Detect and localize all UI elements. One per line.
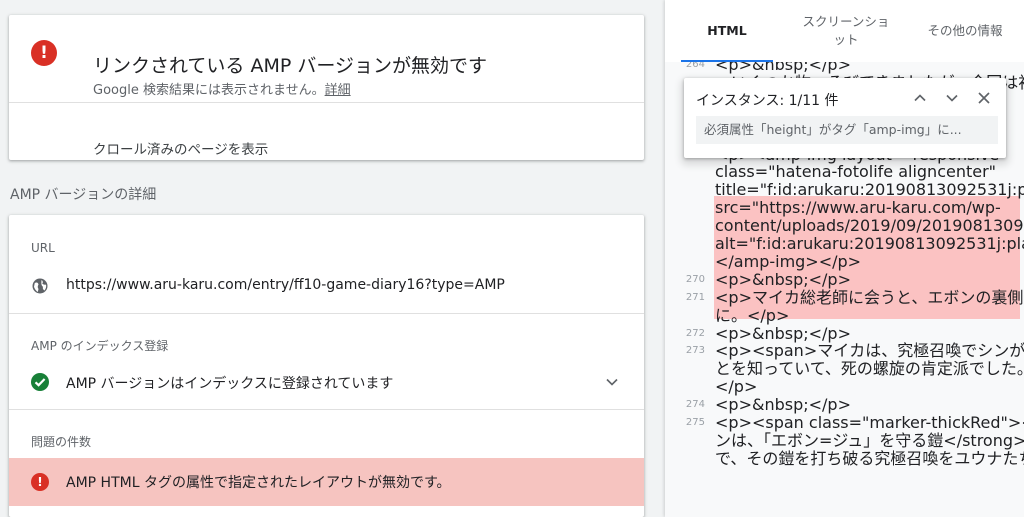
section-title: AMP バージョンの詳細 [10,187,157,203]
chevron-down-icon[interactable] [602,372,622,392]
code-line: content/uploads/2019/09/20190813092531.j… [665,217,1024,235]
code-line: 272 <p>&nbsp;</p> [665,323,1024,343]
code-text: src="https://www.aru-karu.com/wp- [715,198,1001,218]
close-icon[interactable] [974,88,994,108]
code-text: <p>&nbsp;</p> [715,395,851,415]
code-line: </p> [665,378,1024,396]
code-line: </amp-img></p> [665,251,1024,271]
index-status: AMP バージョンはインデックスに登録されています [66,376,394,392]
check-circle-icon [31,373,49,391]
code-text: ンは、「エボン=ジュ」を守る鎧</strong></span> [715,430,1024,450]
code-text: alt="f:id:arukaru:20190813092531j:plain"… [715,234,1024,253]
code-line: 274 <p>&nbsp;</p> [665,396,1024,414]
url-label: URL [31,241,55,255]
code-line: alt="f:id:arukaru:20190813092531j:plain"… [665,235,1024,253]
code-line: 275 <p><span class="marker-thickRed"><str… [665,414,1024,432]
issues-label: 問題の件数 [31,435,92,449]
tab-screenshot-label: スクリーンショット [802,14,890,47]
chevron-up-icon[interactable] [910,88,930,108]
line-number: 272 [685,327,705,339]
summary-card: ! リンクされている AMP バージョンが無効です Google 検索結果には表… [9,15,644,160]
issue-text: AMP HTML タグの属性で指定されたレイアウトが無効です。 [66,475,451,491]
divider [9,313,644,314]
tab-screenshot[interactable]: スクリーンショット [791,0,901,62]
code-text: </p> [715,377,758,397]
summary-title: リンクされている AMP バージョンが無効です [93,55,487,77]
line-number: 275 [685,417,705,428]
code-line: title="f:id:arukaru:20190813092531j:plai… [665,181,1024,199]
globe-icon [32,278,48,294]
error-icon: ! [31,40,57,66]
line-number: 274 [685,399,705,411]
code-text: に。</p> [715,305,790,325]
divider [9,409,644,410]
code-line: 271 <p>マイカ総老師に会うと、エボンの裏側の黒さが明らか [665,287,1024,307]
code-text: <p>&nbsp;</p> [715,269,851,289]
instance-count: インスタンス: 1/11 件 [696,93,839,109]
error-icon: ! [31,473,49,491]
code-text: で、その鎧を打ち破る究極召喚をユウナたちが消し去っ [715,448,1024,468]
divider [9,102,644,103]
code-text: <p><span>マイカは、究極召喚でシンが再び復活するこ [715,341,1024,361]
tab-bar: HTML スクリーンショット その他の情報 [665,0,1024,63]
code-line: に。</p> [665,305,1024,325]
code-text: <p>&nbsp;</p> [715,323,851,343]
line-number: 273 [685,345,705,357]
line-number: 271 [685,291,705,303]
summary-subtitle: Google 検索結果には表示されません。詳細 [93,79,351,98]
code-line: src="https://www.aru-karu.com/wp- [665,199,1024,217]
url-value: https://www.aru-karu.com/entry/ff10-game… [66,277,505,293]
view-crawled-page-button[interactable]: クロール済みのページを表示 [93,138,268,158]
code-text: <p>マイカ総老師に会うと、エボンの裏側の黒さが明らか [715,287,1024,307]
code-text: title="f:id:arukaru:20190813092531j:plai… [715,180,1024,200]
line-number: 270 [685,273,705,285]
code-line: ンは、「エボン=ジュ」を守る鎧</strong></span> [665,430,1024,450]
code-text: <p><span class="marker-thickRed"><strong… [715,413,1024,432]
issue-row[interactable]: ! AMP HTML タグの属性で指定されたレイアウトが無効です。 [9,458,644,506]
code-line: class="hatena-fotolife aligncenter" [665,163,1024,181]
code-text: とを知っていて、死の螺旋の肯定派でした。</span> [715,359,1024,379]
tab-more-info[interactable]: その他の情報 [915,0,1015,62]
code-text: content/uploads/2019/09/20190813092531.j… [715,216,1024,236]
code-text: class="hatena-fotolife aligncenter" [715,162,997,182]
summary-subtitle-text: Google 検索結果には表示されません。 [93,83,325,98]
code-text: </amp-img></p> [715,251,862,271]
code-line: 270 <p>&nbsp;</p> [665,269,1024,289]
instance-message: 必須属性「height」がタグ「amp-img」に... [696,116,998,144]
instance-popup: インスタンス: 1/11 件 必須属性「height」がタグ「amp-img」に… [684,78,1006,158]
code-line: 273 <p><span>マイカは、究極召喚でシンが再び復活するこ [665,342,1024,360]
details-card: URL https://www.aru-karu.com/entry/ff10-… [9,215,644,517]
details-link[interactable]: 詳細 [325,83,351,98]
code-line: とを知っていて、死の螺旋の肯定派でした。</span> [665,360,1024,378]
left-panel: ! リンクされている AMP バージョンが無効です Google 検索結果には表… [0,0,665,517]
line-number: 264 [685,62,705,70]
tab-html[interactable]: HTML [681,0,773,62]
code-line: で、その鎧を打ち破る究極召喚をユウナたちが消し去っ [665,448,1024,468]
chevron-down-icon[interactable] [942,88,962,108]
index-label: AMP のインデックス登録 [31,339,169,353]
